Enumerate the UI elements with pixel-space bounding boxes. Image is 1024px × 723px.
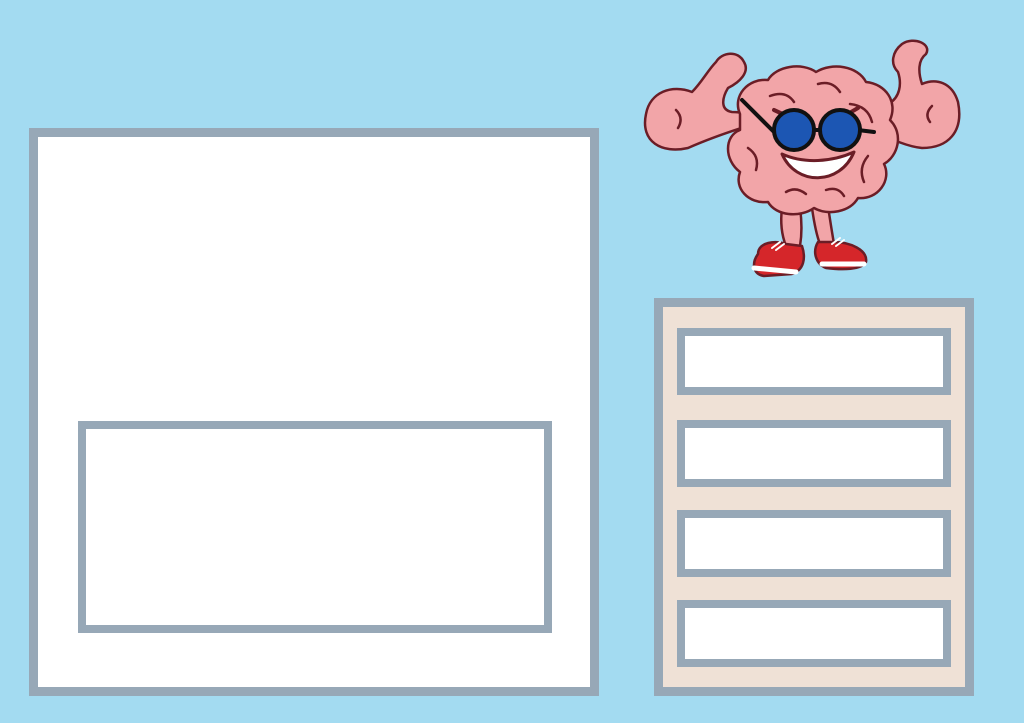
- left-lens: [772, 108, 816, 152]
- option-slot-2[interactable]: [677, 420, 951, 487]
- right-lens: [818, 108, 862, 152]
- worksheet-background: [0, 0, 1024, 723]
- option-slot-3[interactable]: [677, 510, 951, 577]
- option-slot-1[interactable]: [677, 328, 951, 395]
- option-slot-4[interactable]: [677, 600, 951, 667]
- strong-brain-icon: [643, 39, 961, 278]
- answer-box[interactable]: [78, 421, 552, 633]
